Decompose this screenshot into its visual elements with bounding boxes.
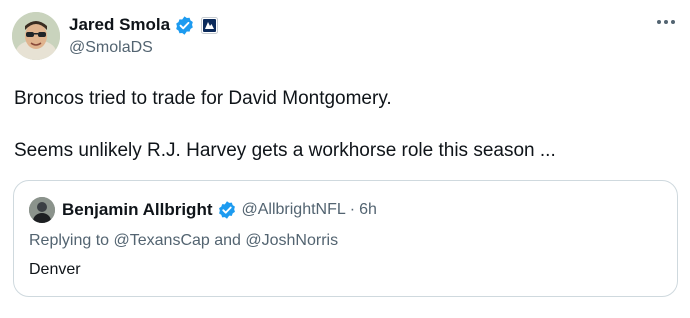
quoted-author-row: Benjamin Allbright @AllbrightNFL · 6h bbox=[29, 197, 377, 223]
quoted-timestamp[interactable]: 6h bbox=[359, 201, 377, 219]
author-avatar[interactable] bbox=[12, 12, 60, 60]
tweet-text-line-2: Seems unlikely R.J. Harvey gets a workho… bbox=[14, 140, 556, 161]
quoted-tweet[interactable]: Benjamin Allbright @AllbrightNFL · 6h Re… bbox=[13, 180, 678, 297]
replying-to-and: and bbox=[209, 232, 246, 249]
quoted-author-name[interactable]: Benjamin Allbright bbox=[62, 200, 213, 220]
tweet-card[interactable]: Jared Smola @SmolaDS Broncos tried to tr… bbox=[0, 0, 690, 318]
affiliate-badge-icon[interactable] bbox=[201, 16, 219, 34]
replying-to: Replying to @TexansCap and @JoshNorris bbox=[29, 232, 338, 250]
quoted-author-avatar[interactable] bbox=[29, 197, 55, 223]
author-name-row: Jared Smola bbox=[69, 13, 219, 37]
tweet-text: Broncos tried to trade for David Montgom… bbox=[14, 86, 674, 164]
verified-badge-icon[interactable] bbox=[217, 200, 237, 220]
author-handle[interactable]: @SmolaDS bbox=[69, 39, 153, 57]
author-display-name[interactable]: Jared Smola bbox=[69, 15, 170, 35]
verified-badge-icon[interactable] bbox=[174, 15, 195, 36]
tweet-text-line-1: Broncos tried to trade for David Montgom… bbox=[14, 88, 392, 109]
more-options-icon[interactable] bbox=[654, 14, 678, 30]
replying-to-prefix: Replying to bbox=[29, 232, 114, 249]
quoted-author-handle[interactable]: @AllbrightNFL bbox=[242, 201, 346, 219]
reply-mention-texanscap[interactable]: @TexansCap bbox=[114, 232, 210, 249]
quoted-tweet-text: Denver bbox=[29, 261, 81, 278]
separator-dot: · bbox=[349, 201, 356, 218]
reply-mention-joshnorris[interactable]: @JoshNorris bbox=[245, 232, 338, 249]
